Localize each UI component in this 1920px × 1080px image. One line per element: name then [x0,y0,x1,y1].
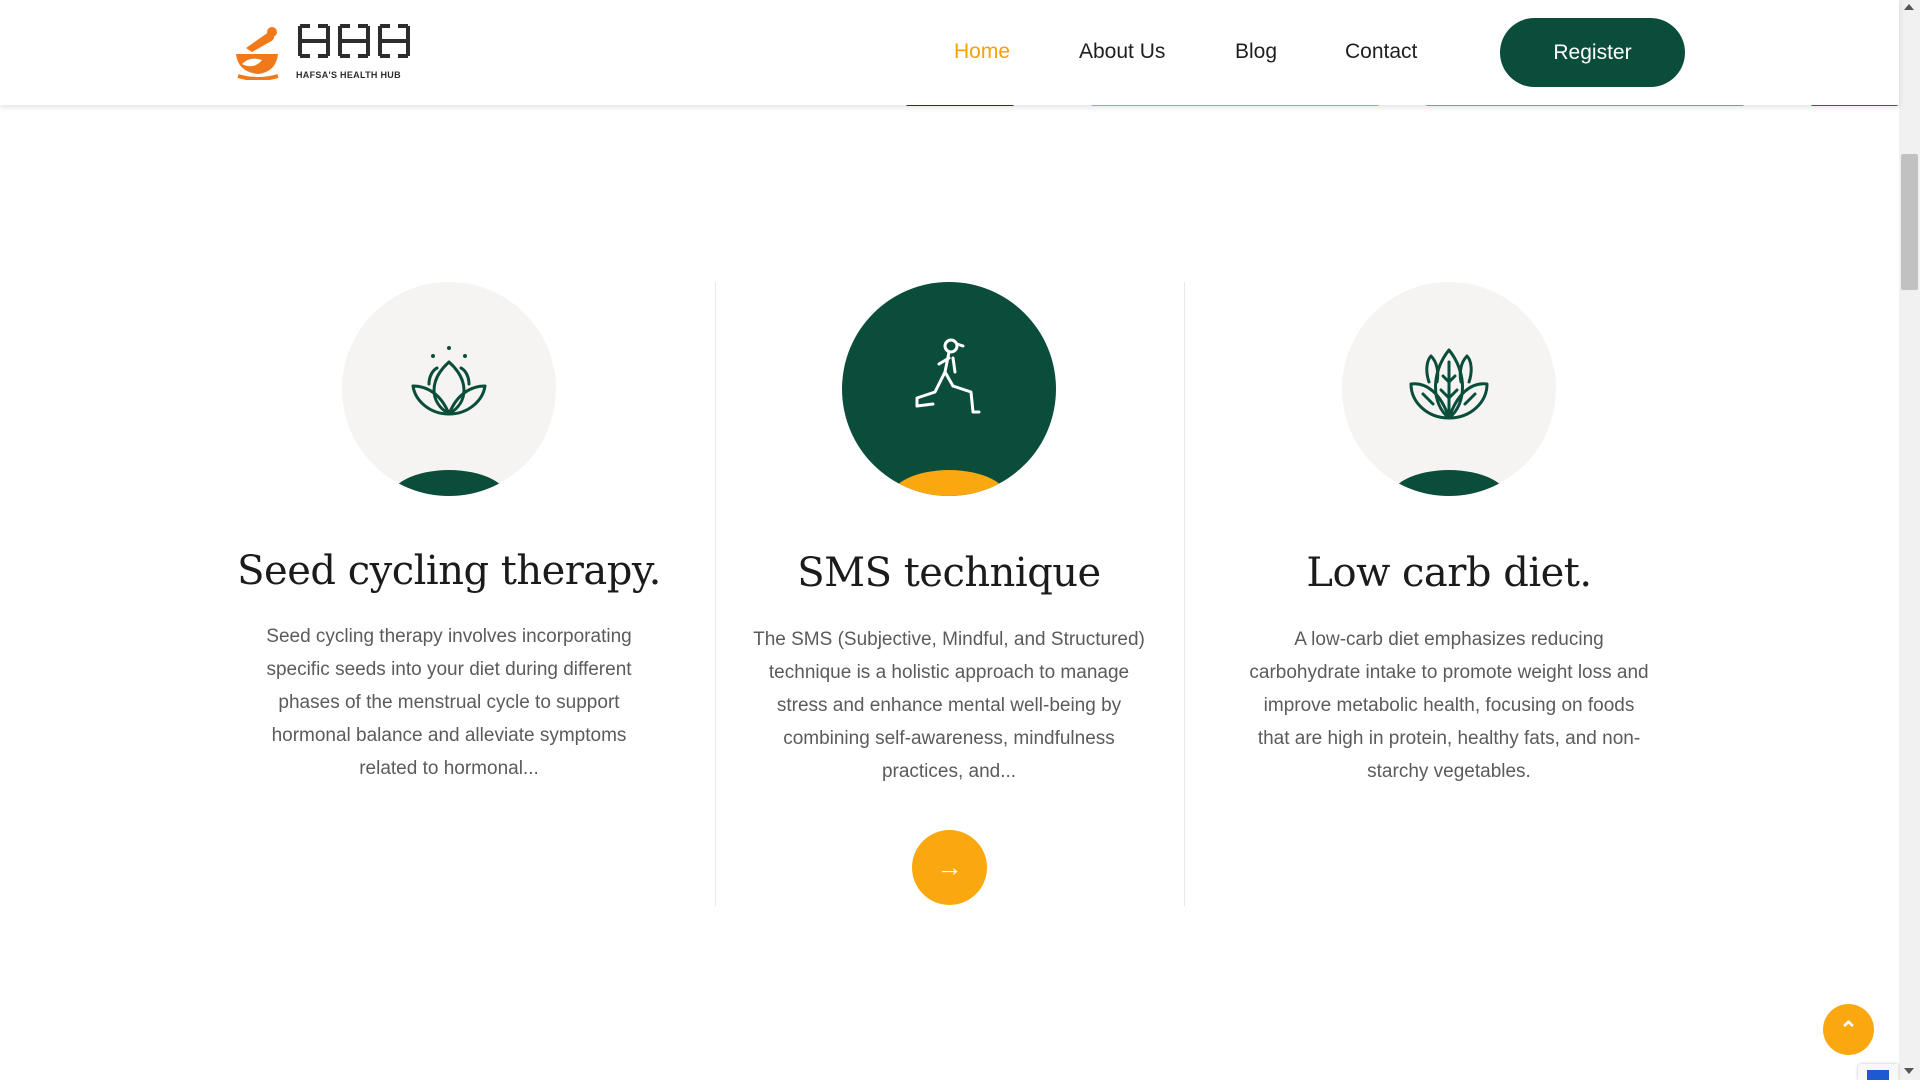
recaptcha-icon [1867,1070,1889,1080]
logo-letters [298,24,410,58]
circle-accent-cap [1389,470,1509,496]
service-icon-circle [842,282,1056,496]
scroll-down-arrow-icon[interactable] [1904,1068,1914,1074]
service-title: Low carb diet. [1306,550,1592,596]
register-button[interactable]: Register [1500,18,1685,87]
service-card-sms-technique: SMS technique The SMS (Subjective, Mindf… [714,282,1184,906]
service-card-seed-cycling: Seed cycling therapy. Seed cycling thera… [214,282,684,906]
read-more-button[interactable]: → [912,830,987,905]
circle-accent-cap [889,470,1009,496]
nav-home-link[interactable]: Home [954,40,1010,64]
service-icon-circle [1342,282,1556,496]
service-icon-circle [342,282,556,496]
column-divider [1184,282,1185,906]
logo-tagline: HAFSA'S HEALTH HUB [296,70,401,80]
service-description: The SMS (Subjective, Mindful, and Struct… [753,629,1145,782]
arrow-right-icon: → [936,852,963,882]
nav-about-link[interactable]: About Us [1079,40,1165,64]
lotus-icon [411,346,487,416]
service-title: SMS technique [797,550,1101,596]
service-description: A low-carb diet emphasizes reducing carb… [1249,629,1649,782]
service-description: Seed cycling therapy involves incorporat… [266,626,632,779]
site-logo[interactable]: HAFSA'S HEALTH HUB [232,22,432,84]
site-header: HAFSA'S HEALTH HUB Home About Us Blog Co… [0,0,1899,105]
circle-accent-cap [389,470,509,496]
chevron-up-icon: ⌃ [1839,1017,1858,1042]
nav-blog-link[interactable]: Blog [1235,40,1277,64]
service-title: Seed cycling therapy. [237,548,661,594]
back-to-top-button[interactable]: ⌃ [1823,1004,1874,1055]
scrollbar-thumb[interactable] [1901,154,1918,290]
mortar-pestle-logo-icon [236,27,279,80]
nav-contact-link[interactable]: Contact [1345,40,1417,64]
scroll-up-arrow-icon[interactable] [1904,4,1914,10]
lunge-exercise-icon [915,338,981,414]
leaf-lotus-icon [1409,348,1489,420]
service-card-low-carb-diet: Low carb diet. A low-carb diet emphasize… [1214,282,1684,906]
recaptcha-badge[interactable] [1858,1064,1898,1080]
page-scrollbar[interactable] [1899,0,1920,1080]
